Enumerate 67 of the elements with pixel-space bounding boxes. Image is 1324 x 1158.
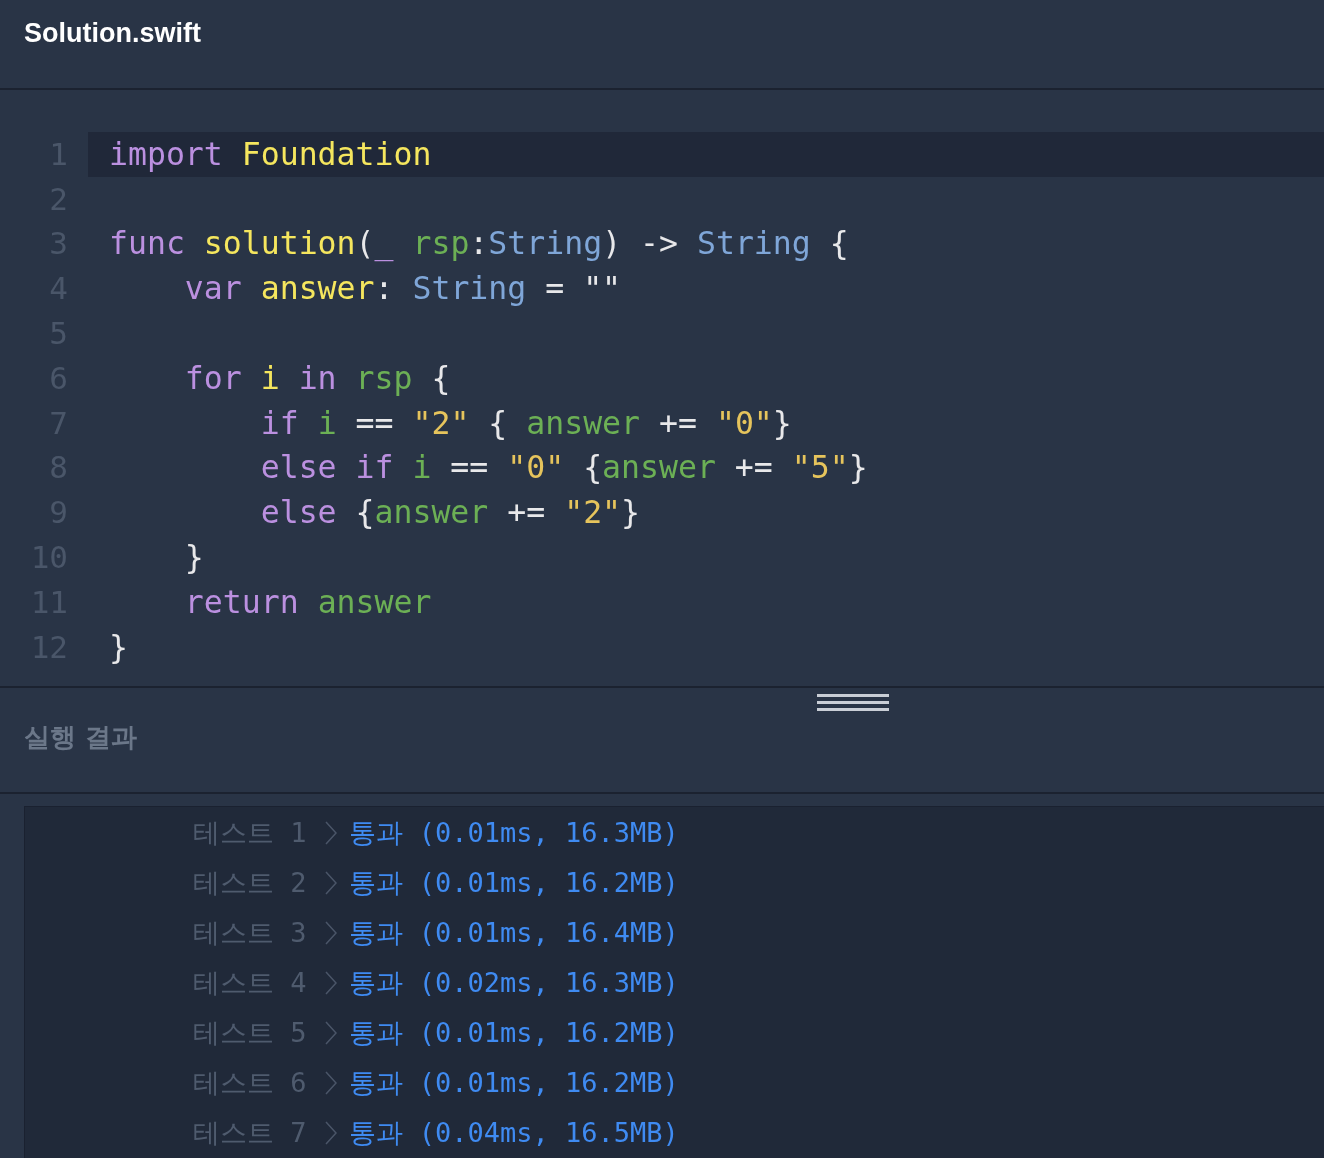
- chevron-right-icon: [324, 1021, 337, 1045]
- file-name-tab[interactable]: Solution.swift: [24, 18, 201, 48]
- code-token: }: [772, 404, 792, 441]
- code-token: func: [109, 225, 186, 262]
- test-result: 통과 (0.01ms, 16.2MB): [348, 1066, 679, 1100]
- code-token: {: [487, 404, 509, 441]
- chevron-right-icon: [324, 871, 337, 895]
- code-token: {: [828, 225, 849, 262]
- code-token: Foundation: [241, 135, 432, 172]
- code-token: +=: [506, 494, 547, 531]
- test-result: 통과 (0.04ms, 16.5MB): [348, 1116, 679, 1150]
- code-token: for: [183, 359, 243, 396]
- code-token: i: [412, 449, 432, 486]
- code-token: i: [317, 404, 337, 441]
- code-token: else if: [259, 449, 395, 486]
- code-token: answer: [260, 270, 375, 307]
- code-token: {: [430, 359, 451, 396]
- code-token: (: [355, 225, 375, 262]
- chevron-right-icon: [324, 971, 337, 995]
- code-token: var: [183, 270, 243, 307]
- chevron-right-icon: [324, 1071, 337, 1095]
- code-token: :: [374, 270, 395, 307]
- test-result: 통과 (0.01ms, 16.2MB): [348, 866, 679, 900]
- code-token: }: [183, 539, 204, 575]
- code-token: ) ->: [602, 225, 679, 262]
- resize-handle-icon[interactable]: [817, 693, 889, 714]
- code-token: = "": [544, 270, 622, 307]
- code-token: i: [260, 359, 281, 396]
- test-result: 통과 (0.02ms, 16.3MB): [348, 966, 679, 1000]
- code-token: else: [259, 494, 338, 531]
- code-token: solution: [203, 225, 356, 262]
- code-token: answer: [317, 583, 432, 620]
- code-token: "0": [715, 404, 773, 441]
- test-result: 통과 (0.01ms, 16.2MB): [348, 1016, 679, 1050]
- results-heading: 실행 결과: [24, 722, 138, 753]
- code-token: String: [488, 225, 603, 262]
- code-token: if: [259, 404, 300, 441]
- code-token: }: [621, 494, 641, 531]
- code-token: import: [109, 135, 224, 172]
- chevron-right-icon: [324, 921, 337, 945]
- test-result: 통과 (0.01ms, 16.4MB): [348, 916, 679, 950]
- chevron-right-icon: [324, 1121, 337, 1145]
- code-token: answer: [602, 449, 716, 486]
- test-result: 통과 (0.01ms, 16.3MB): [348, 816, 679, 850]
- code-token: {: [355, 494, 375, 531]
- code-token: :: [469, 225, 489, 262]
- code-token: in: [298, 359, 338, 396]
- code-token: {: [582, 449, 603, 486]
- code-token: rsp: [355, 359, 413, 396]
- code-token: +=: [733, 449, 774, 486]
- code-token: "5": [791, 449, 849, 486]
- code-token: answer: [526, 404, 641, 441]
- code-token: "0": [507, 449, 565, 486]
- code-token: answer: [374, 494, 489, 531]
- code-token: }: [848, 449, 868, 486]
- code-token: String: [412, 270, 527, 307]
- code-token: _: [374, 225, 395, 262]
- code-token: "2": [564, 494, 622, 531]
- code-token: ==: [354, 404, 395, 441]
- code-token: return: [183, 583, 300, 620]
- code-token: rsp: [412, 225, 470, 262]
- chevron-right-icon: [324, 821, 337, 845]
- code-token: "2": [412, 404, 470, 441]
- code-token: +=: [658, 404, 698, 441]
- code-token: String: [696, 225, 811, 262]
- code-token: }: [109, 628, 128, 665]
- code-token: ==: [449, 449, 490, 486]
